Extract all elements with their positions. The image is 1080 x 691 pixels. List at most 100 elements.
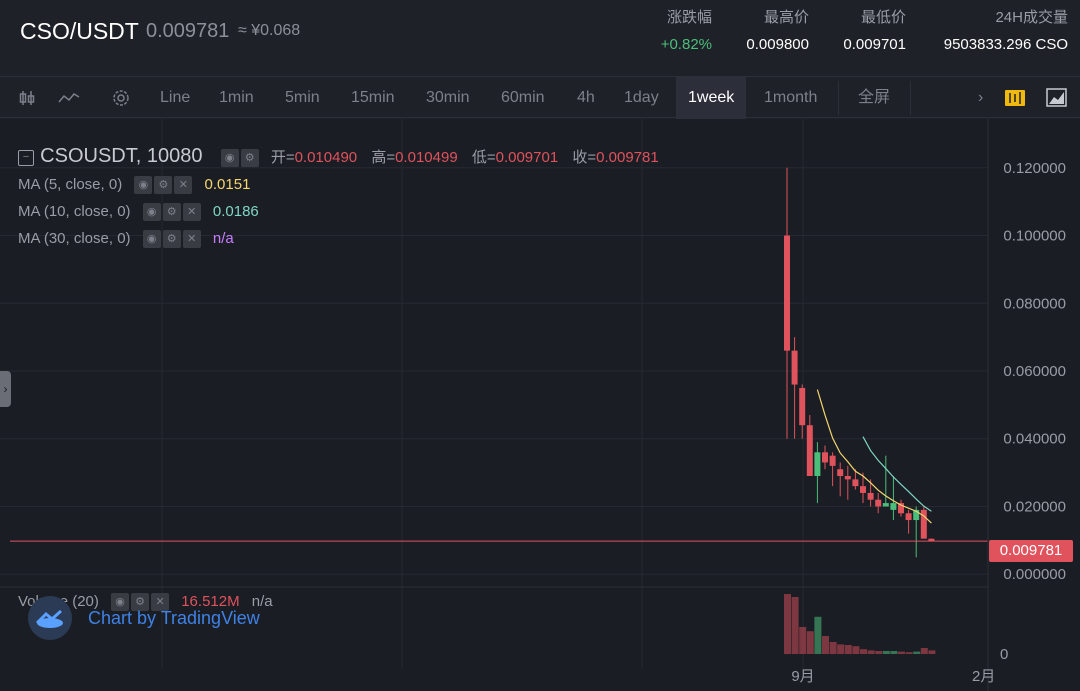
ma5-eye-icon[interactable]: ◉ (134, 176, 153, 195)
legend-ma30: MA (30, close, 0) ◉ ⚙ ✕ n/a (18, 230, 234, 249)
indicator-icon[interactable] (58, 77, 80, 119)
interval-1min[interactable]: 1min (219, 77, 254, 119)
ma10-gear-icon[interactable]: ⚙ (162, 203, 181, 222)
candle-body (837, 469, 844, 476)
candle-body (814, 452, 821, 476)
volume-bar (844, 645, 852, 654)
low-value: 0.009701 (495, 149, 559, 166)
ma30-gear-icon[interactable]: ⚙ (162, 230, 181, 249)
interval-60min[interactable]: 60min (501, 77, 545, 119)
volume-bar (791, 597, 799, 654)
candle-body (784, 235, 790, 351)
candle (799, 384, 806, 439)
volume-bar (860, 649, 867, 654)
interval-15min[interactable]: 15min (351, 77, 395, 119)
interval-1month[interactable]: 1month (764, 77, 817, 119)
last-price-tag: 0.009781 (989, 540, 1073, 562)
volume-bar (784, 594, 791, 654)
candle-body (905, 513, 912, 521)
open-label: 开= (270, 149, 295, 166)
legend-ma10: MA (10, close, 0) ◉ ⚙ ✕ 0.0186 (18, 203, 259, 222)
legend-main: − CSOUSDT, 10080 ◉ ⚙ 开=0.010490 高=0.01049… (18, 145, 659, 168)
volume-24h-label: 24H成交量 (995, 9, 1068, 26)
price-axis (988, 119, 1080, 691)
y-tick-label: 0.080000 (1003, 295, 1066, 312)
scroll-right-chevron-icon[interactable]: › (978, 77, 983, 119)
collapse-icon[interactable]: − (18, 150, 34, 167)
candle-body (867, 492, 874, 500)
candlestick-style-icon[interactable] (1004, 77, 1026, 119)
high-value: 0.010499 (395, 149, 458, 166)
candle (814, 442, 821, 504)
ma10-close-icon[interactable]: ✕ (182, 203, 201, 222)
ma10-value: 0.0186 (212, 203, 259, 220)
ma10-eye-icon[interactable]: ◉ (142, 203, 161, 222)
high-value: 0.009800 (746, 36, 809, 53)
low-label: 最低价 (860, 9, 906, 26)
candle (791, 337, 798, 439)
area-style-icon[interactable] (1046, 77, 1068, 119)
candle-body (844, 476, 851, 480)
close-label: 收= (572, 149, 597, 166)
ma10-label: MA (10, close, 0) (18, 203, 131, 220)
settings-gear-icon[interactable] (110, 77, 132, 119)
candle (898, 499, 904, 517)
x-tick-label: 9月 (791, 668, 814, 685)
volume-bar (822, 636, 829, 654)
candle-body (799, 387, 806, 426)
candle-body (829, 455, 836, 466)
interval-1week[interactable]: 1week (676, 77, 747, 119)
candle-body (890, 503, 897, 510)
interval-line[interactable]: Line (160, 77, 190, 119)
ma5-label: MA (5, close, 0) (18, 176, 123, 193)
candle-body (882, 503, 889, 507)
ma30-eye-icon[interactable]: ◉ (142, 230, 161, 249)
tradingview-link[interactable]: Chart by TradingView (88, 608, 260, 629)
candle-body (822, 452, 828, 463)
side-panel-toggle-chevron-icon[interactable]: › (0, 371, 11, 407)
close-value: 0.009781 (596, 149, 659, 166)
candle-body (875, 499, 882, 507)
fullscreen-button[interactable]: 全屏 (858, 77, 890, 119)
volume-bar (867, 650, 875, 654)
pair-name: CSO/USDT (20, 18, 139, 44)
ma5-gear-icon[interactable]: ⚙ (154, 176, 173, 195)
y-tick-label: 0.060000 (1003, 363, 1066, 380)
interval-30min[interactable]: 30min (426, 77, 470, 119)
x-tick-label: 2月 (972, 668, 995, 685)
ma5-value: 0.0151 (204, 176, 251, 193)
candle (905, 509, 912, 534)
low-label: 低= (471, 149, 496, 166)
ma5-close-icon[interactable]: ✕ (174, 176, 193, 195)
market-header: CSO/USDT 0.009781 ≈ ¥0.068 涨跌幅 +0.82% 最高… (0, 0, 1080, 76)
change-value: +0.82% (660, 36, 712, 53)
volume-bar (913, 651, 921, 654)
tradingview-logo-icon[interactable] (28, 596, 72, 640)
y-tick-label: 0.100000 (1003, 228, 1066, 245)
legend-gear-icon[interactable]: ⚙ (240, 149, 259, 168)
candle (822, 445, 828, 470)
ma10-line (862, 436, 932, 512)
candle (890, 476, 897, 521)
volume-bar (882, 651, 890, 654)
last-price: 0.009781 (146, 20, 230, 42)
interval-4h[interactable]: 4h (577, 77, 595, 119)
legend-ma5: MA (5, close, 0) ◉ ⚙ ✕ 0.0151 (18, 176, 251, 195)
volume-bar (920, 648, 928, 654)
low-value: 0.009701 (843, 36, 906, 53)
volume-bar (905, 652, 913, 654)
change-label: 涨跌幅 (666, 9, 712, 26)
high-label: 最高价 (763, 9, 809, 26)
chart-area[interactable]: 0.120000 0.100000 0.080000 0.060000 0.040000… (0, 119, 1080, 691)
volume-bar (898, 651, 905, 654)
y-tick-label: 0.020000 (1003, 498, 1066, 515)
interval-5min[interactable]: 5min (285, 77, 320, 119)
interval-1day[interactable]: 1day (624, 77, 659, 119)
volume-bar (928, 650, 936, 654)
candle-body (860, 486, 866, 493)
ma30-close-icon[interactable]: ✕ (182, 230, 201, 249)
legend-symbol: CSOUSDT, 10080 (40, 145, 203, 167)
legend-eye-icon[interactable]: ◉ (220, 149, 239, 168)
candle (829, 452, 836, 487)
candle-type-icon[interactable] (18, 77, 36, 119)
